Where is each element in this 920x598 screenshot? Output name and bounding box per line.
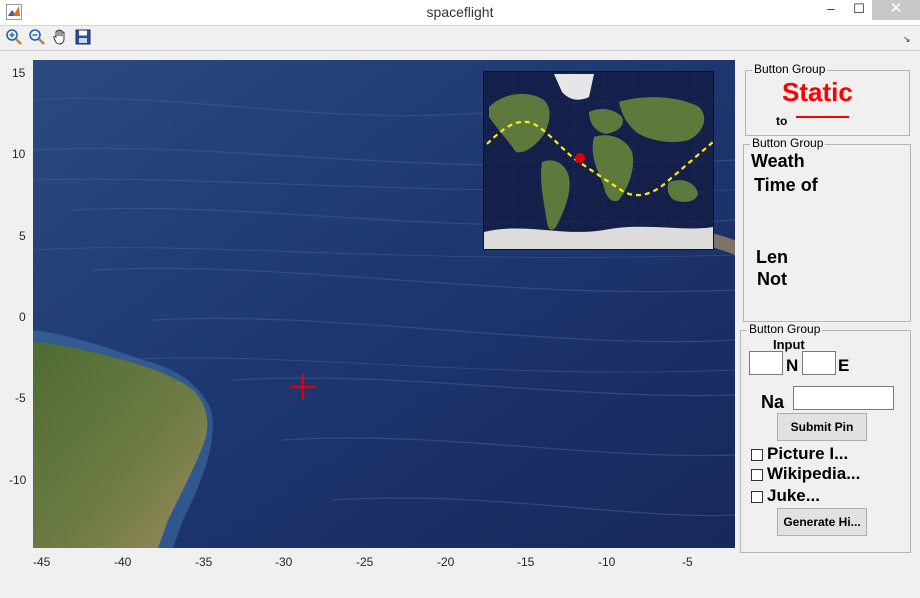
x-tick-label: -20 bbox=[437, 555, 455, 569]
longitude-input[interactable] bbox=[802, 351, 836, 375]
pan-hand-icon[interactable] bbox=[51, 28, 69, 46]
wikipedia-checkbox-label: Wikipedia... bbox=[767, 464, 861, 483]
x-tick-label: -25 bbox=[356, 555, 374, 569]
x-tick-label: -40 bbox=[114, 555, 132, 569]
panel-title: Button Group bbox=[752, 62, 828, 76]
generate-button[interactable]: Generate Hi... bbox=[777, 508, 867, 536]
latitude-suffix: N bbox=[786, 356, 799, 375]
x-tick-label: -15 bbox=[517, 555, 535, 569]
juke-checkbox-label: Juke... bbox=[767, 486, 820, 505]
latitude-input[interactable] bbox=[749, 351, 783, 375]
panel-title: Button Group bbox=[750, 136, 826, 150]
picture-checkbox-label: Picture I... bbox=[767, 444, 849, 463]
target-crosshair-icon bbox=[290, 374, 316, 400]
dock-arrow-icon[interactable]: ↘ bbox=[903, 34, 911, 45]
x-tick-label: -10 bbox=[598, 555, 616, 569]
weather-label: Weath bbox=[751, 151, 805, 171]
juke-checkbox[interactable] bbox=[751, 491, 763, 503]
maximize-button[interactable]: ☐ bbox=[844, 0, 874, 20]
zoom-in-icon[interactable] bbox=[5, 28, 23, 46]
note-label: Not bbox=[757, 269, 787, 289]
y-tick-label: -5 bbox=[15, 391, 26, 405]
minimize-button[interactable]: ‒ bbox=[816, 0, 846, 20]
world-map-image bbox=[484, 72, 714, 249]
y-tick-label: 0 bbox=[19, 310, 26, 324]
input-panel: Button Group Input N E Na Submit Pin Pic… bbox=[740, 322, 911, 553]
zoom-out-icon[interactable] bbox=[28, 28, 46, 46]
static-status-text: Static bbox=[782, 77, 853, 107]
status-underline bbox=[796, 116, 849, 118]
world-map-inset[interactable] bbox=[483, 71, 714, 250]
picture-checkbox[interactable] bbox=[751, 449, 763, 461]
submit-pin-button[interactable]: Submit Pin bbox=[777, 413, 867, 441]
wikipedia-checkbox[interactable] bbox=[751, 469, 763, 481]
name-label: Na bbox=[761, 392, 785, 412]
map-axes[interactable] bbox=[33, 60, 735, 548]
to-label: to bbox=[776, 114, 788, 128]
length-label: Len bbox=[756, 247, 789, 267]
y-tick-label: 5 bbox=[19, 229, 26, 243]
x-tick-label: -35 bbox=[195, 555, 213, 569]
x-tick-label: -45 bbox=[33, 555, 51, 569]
save-icon[interactable] bbox=[74, 28, 92, 46]
name-input[interactable] bbox=[793, 386, 894, 410]
input-heading: Input bbox=[773, 337, 805, 352]
info-panel: Button Group Weath Time of Len Not bbox=[743, 136, 911, 322]
y-tick-label: 15 bbox=[12, 66, 26, 80]
title-bar: spaceflight ‒ ☐ ✕ bbox=[0, 0, 920, 26]
y-tick-label: -10 bbox=[9, 473, 27, 487]
y-tick-label: 10 bbox=[12, 147, 26, 161]
status-panel: Button Group Static to bbox=[745, 62, 910, 136]
time-label: Time of bbox=[754, 175, 818, 195]
longitude-suffix: E bbox=[838, 356, 850, 375]
x-tick-label: -30 bbox=[275, 555, 293, 569]
window-title: spaceflight bbox=[426, 4, 494, 20]
close-button[interactable]: ✕ bbox=[872, 0, 920, 20]
x-tick-label: -5 bbox=[682, 555, 693, 569]
figure-toolbar: ↘ bbox=[0, 26, 920, 51]
panel-title: Button Group bbox=[747, 322, 823, 336]
